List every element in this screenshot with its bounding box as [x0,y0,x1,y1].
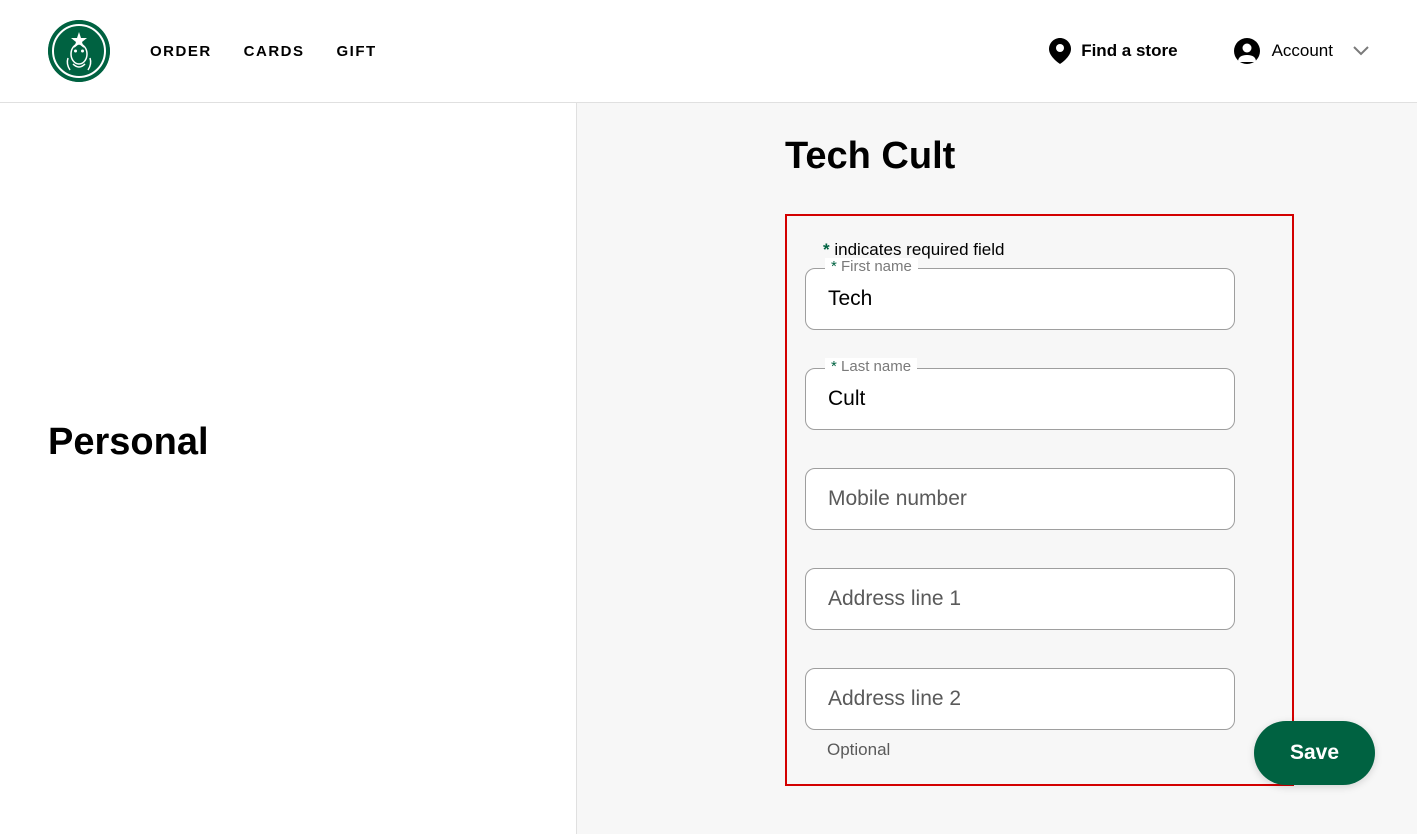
save-button[interactable]: Save [1254,721,1375,785]
address2-field-wrap [805,668,1274,730]
address2-helper: Optional [827,740,1274,760]
first-name-field-wrap: * First name [805,268,1274,330]
required-asterisk: * [823,240,830,259]
content-inner: Tech Cult * indicates required field * F… [577,135,1417,786]
nav: ORDER CARDS GIFT [150,43,377,60]
header: ORDER CARDS GIFT Find a store Account [0,0,1417,103]
header-right: Find a store Account [1049,38,1369,64]
account-menu[interactable]: Account [1234,38,1369,64]
find-store-link[interactable]: Find a store [1049,38,1177,64]
chevron-down-icon [1353,46,1369,56]
main: Personal Tech Cult * indicates required … [0,103,1417,834]
find-store-label: Find a store [1081,41,1177,61]
first-name-label-text: First name [841,258,912,275]
last-name-field-wrap: * Last name [805,368,1274,430]
account-label: Account [1272,41,1333,61]
required-note-text: indicates required field [830,240,1005,259]
last-name-label-text: Last name [841,358,911,375]
header-left: ORDER CARDS GIFT [48,20,377,82]
address1-field-wrap [805,568,1274,630]
location-pin-icon [1049,38,1071,64]
nav-order[interactable]: ORDER [150,43,212,60]
content: Tech Cult * indicates required field * F… [577,103,1417,834]
first-name-label: * First name [825,258,918,275]
first-name-asterisk: * [831,258,841,275]
last-name-input[interactable] [805,368,1235,430]
mobile-input[interactable] [805,468,1235,530]
mobile-field-wrap [805,468,1274,530]
required-note: * indicates required field [823,240,1274,260]
brand-logo[interactable] [48,20,110,82]
starbucks-logo-icon [48,20,110,82]
form-area-highlight: * indicates required field * First name … [785,214,1294,786]
account-icon [1234,38,1260,64]
page-title: Tech Cult [785,135,1417,178]
nav-gift[interactable]: GIFT [337,43,377,60]
last-name-label: * Last name [825,358,917,375]
nav-cards[interactable]: CARDS [244,43,305,60]
sidebar: Personal [0,103,577,834]
first-name-input[interactable] [805,268,1235,330]
address1-input[interactable] [805,568,1235,630]
sidebar-title: Personal [48,421,528,464]
address2-input[interactable] [805,668,1235,730]
last-name-asterisk: * [831,358,841,375]
